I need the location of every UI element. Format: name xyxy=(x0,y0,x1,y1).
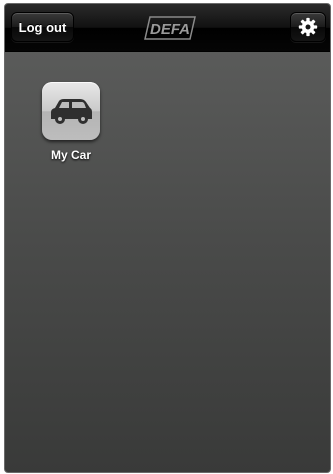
app-label: My Car xyxy=(50,148,91,162)
logout-button[interactable]: Log out xyxy=(11,12,74,42)
brand-text: DEFA xyxy=(150,21,190,38)
app-tile-my-car[interactable]: My Car xyxy=(36,82,106,162)
app-screen: Log out DEFA My Car xyxy=(4,3,331,473)
defa-logo: DEFA xyxy=(144,16,196,40)
navigation-bar: Log out DEFA xyxy=(5,4,330,52)
app-icon[interactable] xyxy=(42,82,100,140)
logout-label: Log out xyxy=(18,19,67,35)
settings-button[interactable] xyxy=(290,12,326,42)
car-icon xyxy=(51,99,92,124)
gear-icon xyxy=(298,17,318,37)
